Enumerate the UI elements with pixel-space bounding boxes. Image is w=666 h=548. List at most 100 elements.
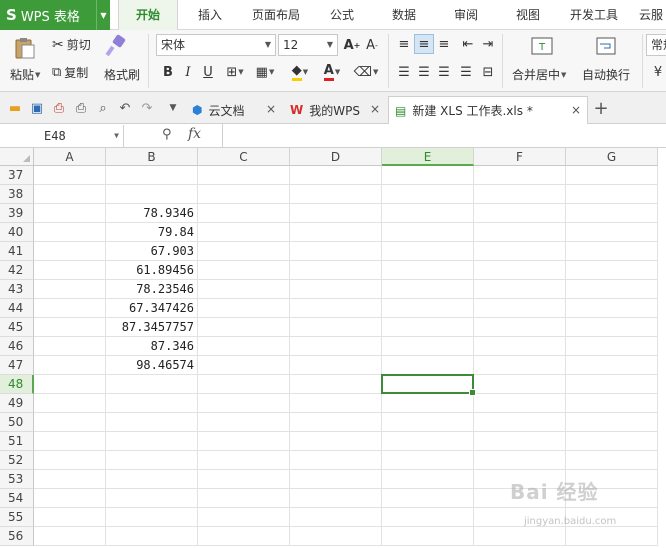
copy-button[interactable]: ⧉ 复制 (52, 64, 88, 81)
export-pdf-icon[interactable]: ⎙ (50, 99, 68, 117)
row-header[interactable]: 51 (0, 432, 34, 451)
cell-f40[interactable] (474, 223, 566, 242)
close-icon[interactable]: × (370, 102, 380, 116)
cell-g44[interactable] (566, 299, 658, 318)
row-header[interactable]: 42 (0, 261, 34, 280)
cell-e55[interactable] (382, 508, 474, 527)
cell-a53[interactable] (34, 470, 106, 489)
cell-d50[interactable] (290, 413, 382, 432)
cell-b39[interactable]: 78.9346 (106, 204, 198, 223)
cell-b41[interactable]: 67.903 (106, 242, 198, 261)
cell-c55[interactable] (198, 508, 290, 527)
distributed-icon[interactable]: ⊟ (478, 62, 498, 82)
column-header-b[interactable]: B (106, 148, 198, 166)
insert-function-icon[interactable]: fx (188, 126, 201, 142)
currency-icon[interactable]: ¥ (648, 62, 666, 82)
cell-g51[interactable] (566, 432, 658, 451)
cell-a55[interactable] (34, 508, 106, 527)
chevron-down-icon[interactable]: ▼ (96, 0, 110, 30)
row-header[interactable]: 37 (0, 166, 34, 185)
close-icon[interactable]: × (266, 102, 276, 116)
cell-d54[interactable] (290, 489, 382, 508)
cell-c51[interactable] (198, 432, 290, 451)
merge-center-button[interactable]: 合并居中 ▼ (512, 66, 566, 83)
wrap-text-button[interactable]: 自动换行 (582, 66, 630, 83)
cell-g49[interactable] (566, 394, 658, 413)
fill-pattern-icon[interactable]: ▦ ▼ (252, 62, 278, 82)
cell-d53[interactable] (290, 470, 382, 489)
cell-g42[interactable] (566, 261, 658, 280)
row-header[interactable]: 52 (0, 451, 34, 470)
cell-g52[interactable] (566, 451, 658, 470)
cell-a41[interactable] (34, 242, 106, 261)
cell-b54[interactable] (106, 489, 198, 508)
cell-b40[interactable]: 79.84 (106, 223, 198, 242)
cell-c52[interactable] (198, 451, 290, 470)
cell-a49[interactable] (34, 394, 106, 413)
active-cell[interactable] (381, 374, 476, 396)
print-preview-icon[interactable]: ⌕ (94, 99, 112, 117)
menu-tab-insert[interactable]: 插入 (184, 0, 236, 30)
row-header[interactable]: 43 (0, 280, 34, 299)
increase-font-icon[interactable]: A + (342, 35, 362, 55)
new-tab-icon[interactable]: + (592, 98, 610, 119)
cell-e54[interactable] (382, 489, 474, 508)
cell-c42[interactable] (198, 261, 290, 280)
cell-d44[interactable] (290, 299, 382, 318)
cell-a50[interactable] (34, 413, 106, 432)
undo-icon[interactable]: ↶ (116, 99, 134, 117)
print-icon[interactable]: ⎙ (72, 99, 90, 117)
cell-f51[interactable] (474, 432, 566, 451)
column-header-e[interactable]: E (382, 148, 474, 166)
cell-b50[interactable] (106, 413, 198, 432)
name-box[interactable]: E48 ▼ (0, 125, 124, 147)
cell-c37[interactable] (198, 166, 290, 185)
cell-e46[interactable] (382, 337, 474, 356)
row-header[interactable]: 44 (0, 299, 34, 318)
bold-icon[interactable]: B (158, 62, 178, 82)
cell-c47[interactable] (198, 356, 290, 375)
font-color-icon[interactable]: A ▼ (318, 62, 346, 82)
cell-a52[interactable] (34, 451, 106, 470)
cell-b46[interactable]: 87.346 (106, 337, 198, 356)
row-header[interactable]: 39 (0, 204, 34, 223)
menu-tab-home[interactable]: 开始 (118, 0, 178, 30)
cell-g47[interactable] (566, 356, 658, 375)
cell-d41[interactable] (290, 242, 382, 261)
cell-c48[interactable] (198, 375, 290, 394)
cell-a56[interactable] (34, 527, 106, 546)
cell-b43[interactable]: 78.23546 (106, 280, 198, 299)
cell-b47[interactable]: 98.46574 (106, 356, 198, 375)
cell-c45[interactable] (198, 318, 290, 337)
borders-icon[interactable]: ⊞ ▼ (222, 62, 248, 82)
cell-e52[interactable] (382, 451, 474, 470)
wrap-text-icon[interactable] (594, 34, 618, 58)
column-header-a[interactable]: A (34, 148, 106, 166)
cell-f42[interactable] (474, 261, 566, 280)
chevron-down-icon[interactable]: ▼ (164, 99, 182, 117)
cell-d51[interactable] (290, 432, 382, 451)
cell-g38[interactable] (566, 185, 658, 204)
cell-b38[interactable] (106, 185, 198, 204)
menu-tab-review[interactable]: 审阅 (442, 0, 490, 30)
cell-d49[interactable] (290, 394, 382, 413)
close-icon[interactable]: × (571, 103, 581, 117)
paste-button[interactable] (10, 36, 40, 60)
cell-f41[interactable] (474, 242, 566, 261)
cell-e44[interactable] (382, 299, 474, 318)
cell-f52[interactable] (474, 451, 566, 470)
cell-f43[interactable] (474, 280, 566, 299)
zoom-formula-icon[interactable]: ⚲ (162, 127, 172, 142)
font-size-select[interactable]: 12 ▼ (278, 34, 338, 56)
cell-g41[interactable] (566, 242, 658, 261)
cell-d40[interactable] (290, 223, 382, 242)
row-header[interactable]: 40 (0, 223, 34, 242)
cell-c43[interactable] (198, 280, 290, 299)
cell-c41[interactable] (198, 242, 290, 261)
column-header-c[interactable]: C (198, 148, 290, 166)
cell-a37[interactable] (34, 166, 106, 185)
doc-tab-my-wps[interactable]: W 我的WPS × (284, 96, 386, 124)
cell-f45[interactable] (474, 318, 566, 337)
row-header[interactable]: 55 (0, 508, 34, 527)
cell-a51[interactable] (34, 432, 106, 451)
